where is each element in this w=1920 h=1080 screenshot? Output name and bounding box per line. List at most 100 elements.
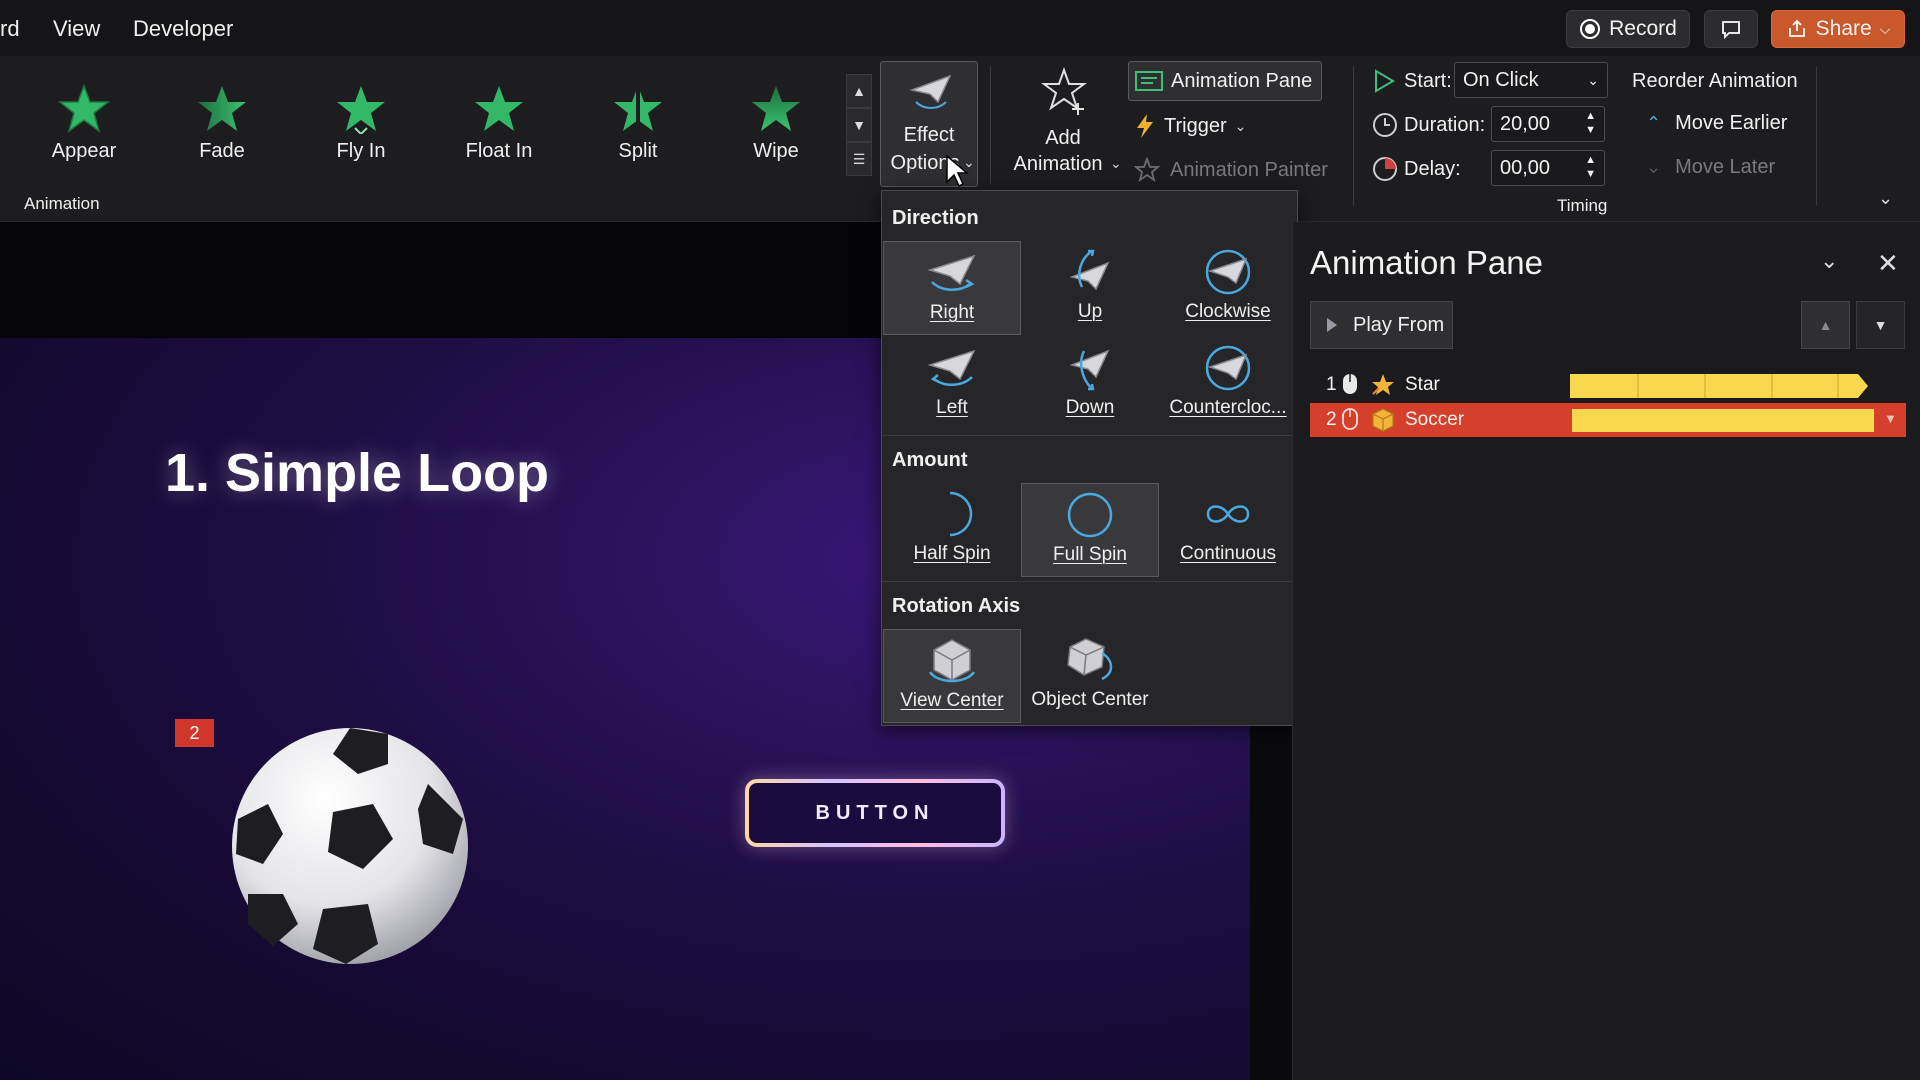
- add-animation-label-1: Add: [1045, 127, 1081, 149]
- direction-header: Direction: [892, 207, 979, 229]
- mouse-click-icon: [1343, 374, 1357, 394]
- move-earlier-button[interactable]: ⌃ Move Earlier: [1646, 112, 1787, 135]
- duration-value: 20,00: [1500, 112, 1551, 135]
- direction-up[interactable]: Up: [1021, 241, 1159, 335]
- slide-title[interactable]: 1. Simple Loop: [165, 442, 549, 504]
- menu-item-record-truncated[interactable]: rd: [0, 16, 20, 42]
- animation-pane-button[interactable]: Animation Pane: [1128, 61, 1322, 101]
- star-fade-icon: [198, 86, 246, 131]
- spin-stepper-icon[interactable]: ▲ ▼: [1585, 109, 1596, 137]
- gallery-scroll-down[interactable]: ▼: [846, 108, 872, 142]
- direction-right[interactable]: Right: [883, 241, 1021, 335]
- menu-item-view[interactable]: View: [53, 16, 100, 42]
- triangle-up-icon: ▲: [1818, 317, 1833, 333]
- chevron-down-icon[interactable]: ⌵: [1880, 21, 1891, 38]
- delay-input[interactable]: 00,00 ▲ ▼: [1491, 150, 1605, 186]
- add-animation-button[interactable]: Add Animation ⌄: [1000, 61, 1126, 187]
- star-split-icon: [614, 84, 662, 134]
- ribbon-separator: [990, 66, 991, 184]
- gallery-wipe[interactable]: Wipe: [716, 84, 836, 170]
- menu-item-developer[interactable]: Developer: [133, 16, 233, 42]
- pane-options-chevron-icon[interactable]: ⌄: [1820, 248, 1838, 274]
- axis-object-center[interactable]: Object Center: [1021, 629, 1159, 723]
- direction-up-label: Up: [1077, 301, 1103, 322]
- star-wipe-icon: [752, 86, 800, 131]
- slide-glow-button[interactable]: BUTTON: [745, 779, 1005, 847]
- triangle-down-icon: ▼: [1873, 317, 1888, 333]
- move-up-button[interactable]: ▲: [1801, 301, 1850, 349]
- gallery-appear[interactable]: Appear: [24, 84, 144, 170]
- plane-down-icon: [1069, 349, 1110, 391]
- move-down-button[interactable]: ▼: [1856, 301, 1905, 349]
- gallery-fly-in[interactable]: Fly In: [301, 84, 421, 170]
- direction-left[interactable]: Left: [883, 337, 1021, 431]
- reorder-animation-title: Reorder Animation: [1632, 70, 1798, 92]
- share-label: Share: [1815, 17, 1872, 40]
- amount-half-spin[interactable]: Half Spin: [883, 483, 1021, 577]
- star-fly-in-icon: [337, 86, 385, 134]
- chevron-down-icon: ⌄: [1234, 117, 1247, 134]
- direction-clockwise[interactable]: Clockwise: [1159, 241, 1297, 335]
- effect-options-label-1: Effect: [903, 124, 955, 146]
- amount-half-spin-label: Half Spin: [913, 543, 991, 564]
- direction-counterclockwise[interactable]: Countercloc...: [1159, 337, 1297, 431]
- gallery-split[interactable]: Split: [578, 84, 698, 170]
- half-spin-icon: [949, 491, 973, 537]
- dropdown-separator: [882, 581, 1297, 582]
- play-from-button[interactable]: Play From: [1310, 301, 1453, 349]
- chevron-down-icon: ⌄: [1646, 157, 1662, 177]
- plane-clockwise-icon: [1205, 249, 1251, 295]
- animation-pane-title: Animation Pane: [1310, 244, 1543, 281]
- gallery-more-button[interactable]: ☰: [846, 142, 872, 176]
- paper-plane-icon: [909, 74, 952, 109]
- gallery-wipe-label: Wipe: [753, 140, 799, 162]
- amount-full-spin[interactable]: Full Spin: [1021, 483, 1159, 577]
- chevron-up-icon: ⌃: [1646, 113, 1662, 133]
- axis-view-center-label: View Center: [900, 690, 1004, 711]
- comments-button[interactable]: [1704, 10, 1758, 48]
- soccer-ball-image[interactable]: [228, 724, 473, 969]
- start-value: On Click: [1463, 68, 1539, 91]
- move-later-button: ⌄ Move Later: [1646, 156, 1775, 179]
- effect-options-dropdown: Direction Right Up Clockwise Left Down C…: [881, 190, 1298, 726]
- amount-continuous-label: Continuous: [1179, 543, 1277, 564]
- plane-right-icon: [927, 254, 976, 291]
- animation-list-item-soccer[interactable]: 2 Soccer ▼: [1310, 403, 1906, 437]
- trigger-button[interactable]: Trigger ⌄: [1134, 110, 1246, 142]
- mouse-click-icon: [1342, 408, 1358, 430]
- group-label-animation: Animation: [24, 194, 100, 213]
- play-from-label: Play From: [1353, 313, 1445, 336]
- animation-pane-icon: [1135, 71, 1163, 91]
- spin-stepper-icon[interactable]: ▲ ▼: [1585, 153, 1596, 181]
- amount-continuous[interactable]: Continuous: [1159, 483, 1297, 577]
- gallery-split-label: Split: [618, 140, 658, 162]
- amount-header: Amount: [892, 449, 968, 471]
- direction-down[interactable]: Down: [1021, 337, 1159, 431]
- gallery-fade[interactable]: Fade: [162, 84, 282, 170]
- full-spin-icon: [1067, 492, 1113, 538]
- gallery-fly-in-label: Fly In: [336, 140, 386, 162]
- chevron-down-icon[interactable]: ▼: [1884, 411, 1897, 426]
- gallery-float-in[interactable]: Float In: [439, 84, 559, 170]
- animation-pane: [1292, 222, 1920, 1080]
- start-select[interactable]: On Click ⌄: [1454, 62, 1608, 98]
- direction-counterclockwise-label: Countercloc...: [1169, 397, 1287, 418]
- ribbon-collapse-icon[interactable]: ⌄: [1878, 188, 1893, 209]
- axis-view-center[interactable]: View Center: [883, 629, 1021, 723]
- infinity-icon: [1206, 505, 1250, 523]
- close-icon[interactable]: ✕: [1877, 248, 1899, 279]
- animation-list-item-star[interactable]: 1 Star: [1310, 368, 1906, 402]
- gallery-fade-label: Fade: [199, 140, 245, 162]
- plane-up-icon: [1069, 249, 1110, 291]
- clock-icon: [1373, 113, 1397, 137]
- share-icon: [1788, 19, 1805, 37]
- gallery-scroll-up[interactable]: ▲: [846, 74, 872, 108]
- delay-value: 00,00: [1500, 156, 1551, 179]
- record-button[interactable]: Record: [1566, 10, 1690, 48]
- duration-input[interactable]: 20,00 ▲ ▼: [1491, 106, 1605, 142]
- move-earlier-label: Move Earlier: [1675, 112, 1788, 134]
- share-button[interactable]: Share ⌵: [1771, 10, 1905, 48]
- star-add-icon: [1041, 67, 1087, 115]
- rotation-axis-header: Rotation Axis: [892, 595, 1021, 617]
- animation-item-name: Star: [1405, 374, 1440, 395]
